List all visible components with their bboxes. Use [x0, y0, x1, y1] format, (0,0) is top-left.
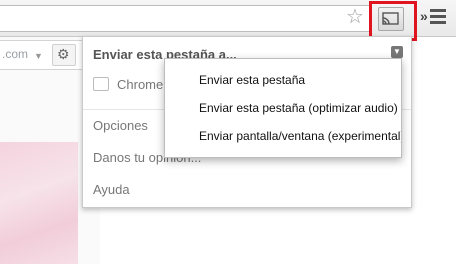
options-item[interactable]: Opciones: [93, 118, 148, 133]
browser-toolbar: ☆ »: [0, 0, 456, 41]
gear-icon: ⚙: [57, 46, 70, 62]
submenu-item-tab-audio[interactable]: Enviar esta pestaña (optimizar audio): [199, 101, 398, 115]
chevrons-icon[interactable]: »: [420, 8, 428, 24]
address-bar[interactable]: [0, 5, 372, 32]
page-image: [0, 142, 78, 264]
chrome-device-label[interactable]: Chrome: [117, 77, 163, 92]
submenu-item-tab[interactable]: Enviar esta pestaña: [199, 73, 305, 87]
page-url-text: .com: [2, 47, 29, 61]
gear-button[interactable]: ⚙: [52, 44, 76, 66]
chrome-device-icon: [93, 77, 109, 91]
cast-highlight-box: [369, 1, 417, 41]
header-dropdown-icon[interactable]: ▼: [391, 46, 403, 58]
submenu-item-screen[interactable]: Enviar pantalla/ventana (experimental): [199, 129, 401, 143]
cast-submenu: Enviar esta pestaña Enviar esta pestaña …: [164, 58, 402, 158]
cast-popup: Enviar esta pestaña a... ▼ Chrome Opcion…: [82, 36, 412, 208]
help-item[interactable]: Ayuda: [93, 182, 130, 197]
star-icon[interactable]: ☆: [346, 5, 364, 29]
menu-icon[interactable]: [430, 9, 446, 25]
dropdown-caret-icon[interactable]: ▼: [34, 51, 43, 61]
